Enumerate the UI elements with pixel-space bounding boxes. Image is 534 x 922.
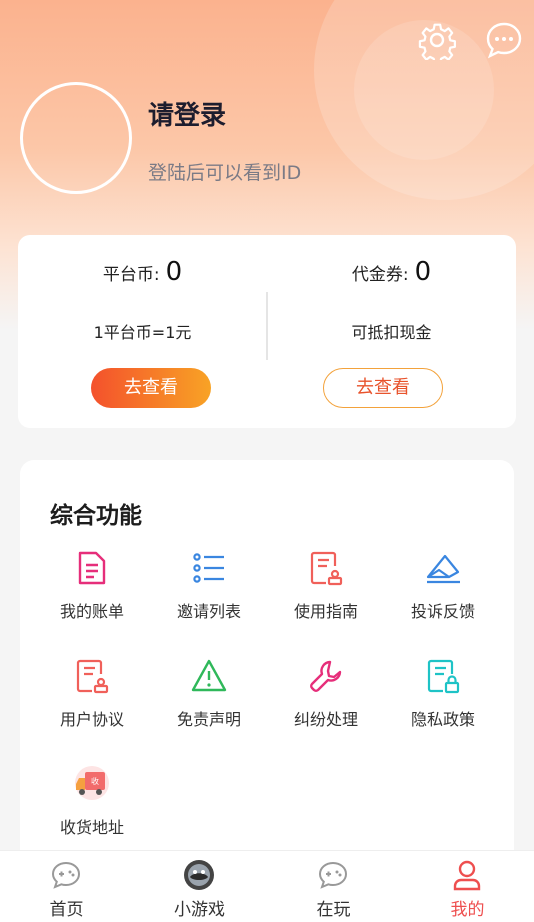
voucher-value: 0 [414, 257, 432, 287]
bill-icon [74, 550, 110, 586]
minigame-icon [183, 859, 215, 891]
gamepad-icon [317, 859, 349, 891]
feature-label: 纠纷处理 [293, 710, 358, 729]
features-title: 综合功能 [50, 503, 142, 529]
login-subtitle: 登陆后可以看到ID [148, 162, 302, 184]
feature-item-feedback[interactable]: 投诉反馈 [384, 550, 502, 650]
features-card: 综合功能 我的账单 邀请列表 使用指南 投诉反馈 用户协议 免责声明 纠纷处理 … [20, 460, 514, 880]
voucher-panel: 代金券: 0 可抵扣现金 去查看 [267, 235, 516, 428]
platform-coin-view-button[interactable]: 去查看 [91, 368, 211, 408]
gear-icon[interactable] [417, 20, 457, 65]
feature-label: 使用指南 [293, 602, 358, 621]
platform-coin-rate: 1平台币=1元 [93, 323, 192, 342]
wrench-icon [308, 658, 344, 694]
platform-coin-row: 平台币: 0 [18, 257, 267, 287]
tab-home[interactable]: 首页 [0, 851, 133, 922]
tab-label: 小游戏 [174, 900, 225, 920]
voucher-view-button[interactable]: 去查看 [323, 368, 443, 408]
delivery-truck-icon: 收 [74, 766, 110, 802]
platform-coin-value: 0 [165, 257, 183, 287]
feature-item-invite-list[interactable]: 邀请列表 [150, 550, 268, 650]
feature-item-user-agreement[interactable]: 用户协议 [33, 658, 151, 758]
feature-item-bill[interactable]: 我的账单 [33, 550, 151, 650]
user-icon [451, 859, 483, 891]
wallet-card: 平台币: 0 1平台币=1元 去查看 代金券: 0 可抵扣现金 去查看 [18, 235, 516, 428]
tab-playing[interactable]: 在玩 [267, 851, 400, 922]
guide-icon [308, 550, 344, 586]
tab-label: 我的 [450, 900, 485, 920]
tab-minigame[interactable]: 小游戏 [133, 851, 266, 922]
voucher-desc: 可抵扣现金 [351, 323, 432, 342]
feedback-icon [425, 550, 461, 586]
feature-item-dispute[interactable]: 纠纷处理 [267, 658, 385, 758]
tab-mine[interactable]: 我的 [401, 851, 534, 922]
voucher-label: 代金券: [351, 265, 409, 285]
privacy-icon [425, 658, 461, 694]
feature-label: 免责声明 [176, 710, 241, 729]
feature-label: 投诉反馈 [410, 602, 475, 621]
feature-item-disclaimer[interactable]: 免责声明 [150, 658, 268, 758]
svg-text:收: 收 [91, 776, 99, 786]
warning-icon [191, 658, 227, 694]
feature-label: 用户协议 [59, 710, 124, 729]
agreement-icon [74, 658, 110, 694]
feature-label: 邀请列表 [176, 602, 241, 621]
feature-label: 我的账单 [59, 602, 124, 621]
feature-label: 隐私政策 [410, 710, 475, 729]
feature-label: 收货地址 [59, 818, 124, 837]
platform-coin-label: 平台币: [102, 265, 160, 285]
login-title[interactable]: 请登录 [148, 95, 226, 132]
bottom-tabbar: 首页 小游戏 在玩 我的 [0, 850, 534, 922]
list-icon [191, 550, 227, 586]
avatar[interactable] [20, 82, 132, 194]
platform-coin-panel: 平台币: 0 1平台币=1元 去查看 [18, 235, 267, 428]
feature-item-guide[interactable]: 使用指南 [267, 550, 385, 650]
voucher-row: 代金券: 0 [267, 257, 516, 287]
feature-item-privacy[interactable]: 隐私政策 [384, 658, 502, 758]
tab-label: 在玩 [316, 900, 351, 920]
tab-label: 首页 [49, 900, 84, 920]
chat-bubble-icon[interactable] [484, 20, 524, 60]
gamepad-icon [50, 859, 82, 891]
